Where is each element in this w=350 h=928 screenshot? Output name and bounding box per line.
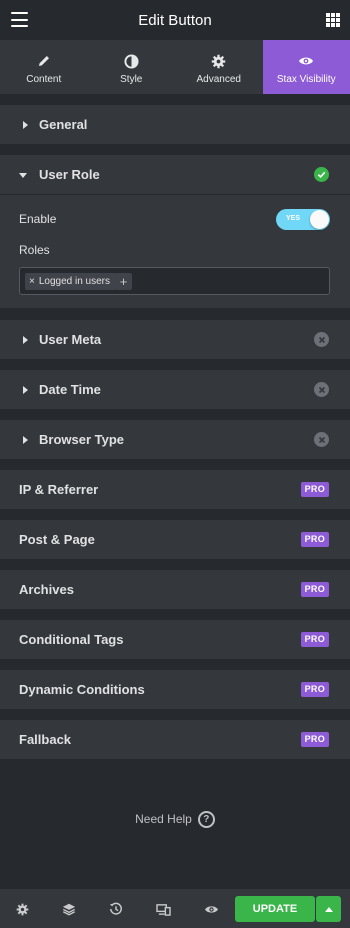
update-button[interactable]: UPDATE xyxy=(235,896,315,922)
tab-stax-visibility[interactable]: Stax Visibility xyxy=(262,40,350,94)
tab-stax-visibility-label: Stax Visibility xyxy=(276,74,336,85)
gear-icon xyxy=(211,53,227,69)
section-fallback-label: Fallback xyxy=(19,732,72,747)
remove-tag-icon[interactable]: × xyxy=(29,276,35,287)
section-general[interactable]: General xyxy=(0,105,350,144)
section-archives-label: Archives xyxy=(19,582,74,597)
tab-style[interactable]: Style xyxy=(88,40,176,94)
section-conditional-tags[interactable]: Conditional Tags PRO xyxy=(0,620,350,659)
caret-right-icon xyxy=(23,435,28,444)
widgets-grid-icon[interactable] xyxy=(326,13,340,27)
close-circle-icon xyxy=(314,432,329,447)
role-tag-label: Logged in users xyxy=(38,276,111,287)
eye-icon xyxy=(298,53,314,69)
section-general-label: General xyxy=(39,117,88,132)
section-archives[interactable]: Archives PRO xyxy=(0,570,350,609)
pro-badge: PRO xyxy=(300,632,329,647)
roles-label: Roles xyxy=(19,243,50,257)
section-ip-referrer[interactable]: IP & Referrer PRO xyxy=(0,470,350,509)
tab-content-label: Content xyxy=(26,74,62,85)
pro-badge: PRO xyxy=(300,532,329,547)
need-help-link[interactable]: Need Help ? xyxy=(0,808,350,830)
section-date-time-label: Date Time xyxy=(39,382,101,397)
section-browser-type-label: Browser Type xyxy=(39,432,125,447)
responsive-mode-icon[interactable] xyxy=(153,899,173,919)
section-dynamic-conditions-label: Dynamic Conditions xyxy=(19,682,145,697)
section-user-meta-label: User Meta xyxy=(39,332,102,347)
settings-gear-icon[interactable] xyxy=(12,899,32,919)
section-conditional-tags-label: Conditional Tags xyxy=(19,632,124,647)
section-user-meta[interactable]: User Meta xyxy=(0,320,350,359)
update-options-caret-icon[interactable] xyxy=(316,896,341,922)
pro-badge: PRO xyxy=(300,582,329,597)
history-icon[interactable] xyxy=(106,899,126,919)
toggle-state-label: YES xyxy=(286,215,301,222)
toggle-knob xyxy=(310,210,329,229)
roles-select[interactable]: × Logged in users + xyxy=(19,267,330,295)
check-circle-icon xyxy=(314,167,329,182)
panel-tabs: Content Style Advanced Stax Visibility xyxy=(0,40,350,94)
enable-toggle[interactable]: YES xyxy=(276,209,330,230)
pencil-icon xyxy=(36,53,52,69)
pro-badge: PRO xyxy=(300,732,329,747)
editor-header: Edit Button xyxy=(0,0,350,40)
caret-down-icon xyxy=(19,172,27,178)
caret-right-icon xyxy=(23,335,28,344)
pro-badge: PRO xyxy=(300,682,329,697)
close-circle-icon xyxy=(314,332,329,347)
tab-content[interactable]: Content xyxy=(0,40,88,94)
pro-badge: PRO xyxy=(300,482,329,497)
add-role-button[interactable]: + xyxy=(115,273,132,290)
close-circle-icon xyxy=(314,382,329,397)
section-post-page-label: Post & Page xyxy=(19,532,95,547)
need-help-label: Need Help xyxy=(135,812,192,826)
hamburger-menu-icon[interactable] xyxy=(11,12,28,27)
tab-style-label: Style xyxy=(120,74,143,85)
tab-advanced[interactable]: Advanced xyxy=(175,40,263,94)
section-date-time[interactable]: Date Time xyxy=(0,370,350,409)
section-browser-type[interactable]: Browser Type xyxy=(0,420,350,459)
panel-title: Edit Button xyxy=(138,11,212,29)
section-ip-referrer-label: IP & Referrer xyxy=(19,482,99,497)
role-tag: × Logged in users xyxy=(25,273,117,290)
caret-right-icon xyxy=(23,385,28,394)
question-circle-icon: ? xyxy=(197,810,215,828)
enable-label: Enable xyxy=(19,212,57,226)
contrast-icon xyxy=(123,53,139,69)
section-dynamic-conditions[interactable]: Dynamic Conditions PRO xyxy=(0,670,350,709)
section-user-role-label: User Role xyxy=(39,167,100,182)
preview-eye-icon[interactable] xyxy=(201,899,221,919)
section-fallback[interactable]: Fallback PRO xyxy=(0,720,350,759)
section-user-role[interactable]: User Role xyxy=(0,155,350,194)
layers-icon[interactable] xyxy=(59,899,79,919)
tab-advanced-label: Advanced xyxy=(196,74,241,85)
caret-right-icon xyxy=(23,120,28,129)
section-post-page[interactable]: Post & Page PRO xyxy=(0,520,350,559)
